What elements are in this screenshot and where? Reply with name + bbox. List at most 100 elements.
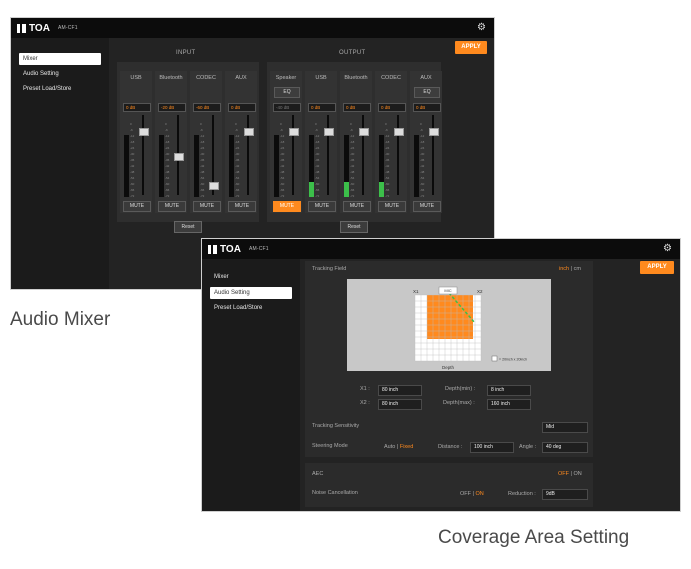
apply-button[interactable]: APPLY — [640, 261, 674, 274]
level-meter — [159, 135, 164, 197]
fader-knob[interactable] — [209, 181, 219, 190]
fader-knob[interactable] — [244, 127, 254, 136]
sidebar-item-audio-setting[interactable]: Audio Setting — [19, 68, 101, 80]
sidebar-item-audio-setting[interactable]: Audio Setting — [210, 287, 292, 299]
output-reset-button[interactable]: Reset — [340, 221, 368, 233]
gain-value-field[interactable]: 0 dB — [413, 103, 441, 112]
coverage-area[interactable] — [427, 295, 473, 339]
x1-label: X1 : — [360, 386, 370, 392]
db-scale-tick: -72 — [200, 194, 205, 198]
unit-inch[interactable]: inch — [559, 266, 569, 272]
fader-knob[interactable] — [429, 127, 439, 136]
mic-label: MIC — [444, 288, 451, 293]
caption-coverage-area: Coverage Area Setting — [438, 527, 630, 548]
sidebar-item-preset[interactable]: Preset Load/Store — [210, 302, 292, 314]
fader-knob[interactable] — [394, 127, 404, 136]
db-scale-tick: -72 — [130, 194, 135, 198]
fader-knob[interactable] — [174, 153, 184, 162]
level-meter — [274, 135, 279, 197]
mute-button[interactable]: MUTE — [158, 201, 186, 212]
mute-button[interactable]: MUTE — [193, 201, 221, 212]
unit-toggle[interactable]: inch | cm — [559, 266, 581, 272]
fader-knob[interactable] — [139, 127, 149, 136]
db-scale-tick: -72 — [315, 194, 320, 198]
output-channel-codec: CODEC 0 dB 0 -6 -12 -18 -24 -30 -36 -42 -48 -54 -60-… — [375, 71, 407, 213]
mute-button[interactable]: MUTE — [308, 201, 336, 212]
fader-knob[interactable] — [324, 127, 334, 136]
mute-button[interactable]: MUTE — [413, 201, 441, 212]
toa-logo: TOA — [208, 244, 241, 255]
depth-max-input[interactable]: 160 inch — [487, 399, 531, 410]
sidebar-item-mixer[interactable]: Mixer — [210, 271, 292, 283]
angle-input[interactable]: 40 deg — [542, 442, 588, 453]
fader-knob[interactable] — [359, 127, 369, 136]
gain-value-field[interactable]: 0 dB — [343, 103, 371, 112]
tracking-field-canvas[interactable]: MIC X1 X2 Depth = 20inch x 20inch — [347, 279, 551, 371]
distance-input[interactable]: 100 inch — [470, 442, 514, 453]
x2-input[interactable]: 80 inch — [378, 399, 422, 410]
depth-min-input[interactable]: 8 inch — [487, 385, 531, 396]
gain-value-field[interactable]: 0 dB — [378, 103, 406, 112]
brand-text: TOA — [29, 22, 50, 34]
nc-off[interactable]: OFF — [460, 491, 471, 497]
gear-icon[interactable]: ⚙ — [663, 243, 672, 254]
gain-value-field[interactable]: 0 dB — [228, 103, 256, 112]
mute-button[interactable]: MUTE — [273, 201, 301, 212]
db-scale-tick: -72 — [165, 194, 170, 198]
mute-button[interactable]: MUTE — [228, 201, 256, 212]
x2-label: X2 : — [360, 400, 370, 406]
input-section-label: INPUT — [176, 50, 196, 56]
level-meter — [124, 135, 129, 197]
tracking-sensitivity-select[interactable]: Mid — [542, 422, 588, 433]
coverage-titlebar: TOA AM-CF1 ⚙ — [202, 239, 680, 259]
db-scale-tick: -72 — [420, 194, 425, 198]
input-reset-button[interactable]: Reset — [174, 221, 202, 233]
mute-button[interactable]: MUTE — [123, 201, 151, 212]
channel-name: Speaker — [275, 75, 297, 81]
model-text: AM-CF1 — [57, 25, 78, 31]
aec-off[interactable]: OFF — [558, 471, 569, 477]
output-panel: Speaker EQ -40 dB 0 -6 -12 -18 -24 -30 -36 -42 -48-… — [267, 62, 442, 222]
gain-value-field[interactable]: -40 dB — [273, 103, 301, 112]
sidebar-item-preset[interactable]: Preset Load/Store — [19, 83, 101, 95]
mixer-sidebar: Mixer Audio Setting Preset Load/Store — [11, 38, 109, 289]
output-channel-aux: AUX EQ 0 dB 0 -6 -12 -18 -24 -30 -36 -42 -48 -54 -60-… — [410, 71, 442, 213]
fader-knob[interactable] — [289, 127, 299, 136]
aec-label: AEC — [312, 471, 324, 477]
gain-value-field[interactable]: 0 dB — [123, 103, 151, 112]
gain-value-field[interactable]: 0 dB — [308, 103, 336, 112]
channel-name: CODEC — [196, 75, 216, 81]
x1-input[interactable]: 80 inch — [378, 385, 422, 396]
gear-icon[interactable]: ⚙ — [477, 22, 486, 33]
mute-button[interactable]: MUTE — [343, 201, 371, 212]
eq-button[interactable]: EQ — [274, 87, 300, 98]
channel-name: CODEC — [381, 75, 401, 81]
gain-value-field[interactable]: -20 dB — [158, 103, 186, 112]
level-meter — [414, 135, 419, 197]
aec-on[interactable]: ON — [574, 471, 582, 477]
unit-cm[interactable]: cm — [574, 266, 581, 272]
steer-auto[interactable]: Auto — [384, 444, 395, 450]
coverage-sidebar: Mixer Audio Setting Preset Load/Store — [202, 259, 300, 511]
input-channel-aux: AUX 0 dB 0 -6 -12 -18 -24 -30 -36 -42 -48 -54 -60 -66… — [225, 71, 257, 213]
reduction-select[interactable]: 9dB — [542, 489, 588, 500]
nc-on[interactable]: ON — [476, 491, 484, 497]
caption-audio-mixer: Audio Mixer — [10, 309, 111, 330]
channel-name: Bluetooth — [344, 75, 368, 81]
depth-axis-label: Depth — [442, 365, 455, 370]
gain-value-field[interactable]: -60 dB — [193, 103, 221, 112]
sidebar-item-mixer[interactable]: Mixer — [19, 53, 101, 65]
aec-toggle[interactable]: OFF | ON — [558, 471, 582, 477]
output-channel-usb: USB 0 dB 0 -6 -12 -18 -24 -30 -36 -42 -48 -54 -60 -66… — [305, 71, 337, 213]
toa-logo-mark — [208, 244, 217, 254]
level-meter-fill — [344, 182, 349, 197]
noise-cancellation-toggle[interactable]: OFF | ON — [460, 491, 484, 497]
x2-axis-label: X2 — [477, 289, 483, 294]
steer-fixed[interactable]: Fixed — [400, 444, 413, 450]
mute-button[interactable]: MUTE — [378, 201, 406, 212]
eq-button[interactable]: EQ — [414, 87, 440, 98]
apply-button[interactable]: APPLY — [455, 41, 487, 54]
steering-mode-toggle[interactable]: Auto | Fixed — [384, 444, 413, 450]
output-channel-bluetooth: Bluetooth 0 dB 0 -6 -12 -18 -24 -30 -36 -42 -48 -54… — [340, 71, 372, 213]
tracking-field-graphic: MIC X1 X2 Depth = 20inch x 20inch — [413, 286, 527, 370]
